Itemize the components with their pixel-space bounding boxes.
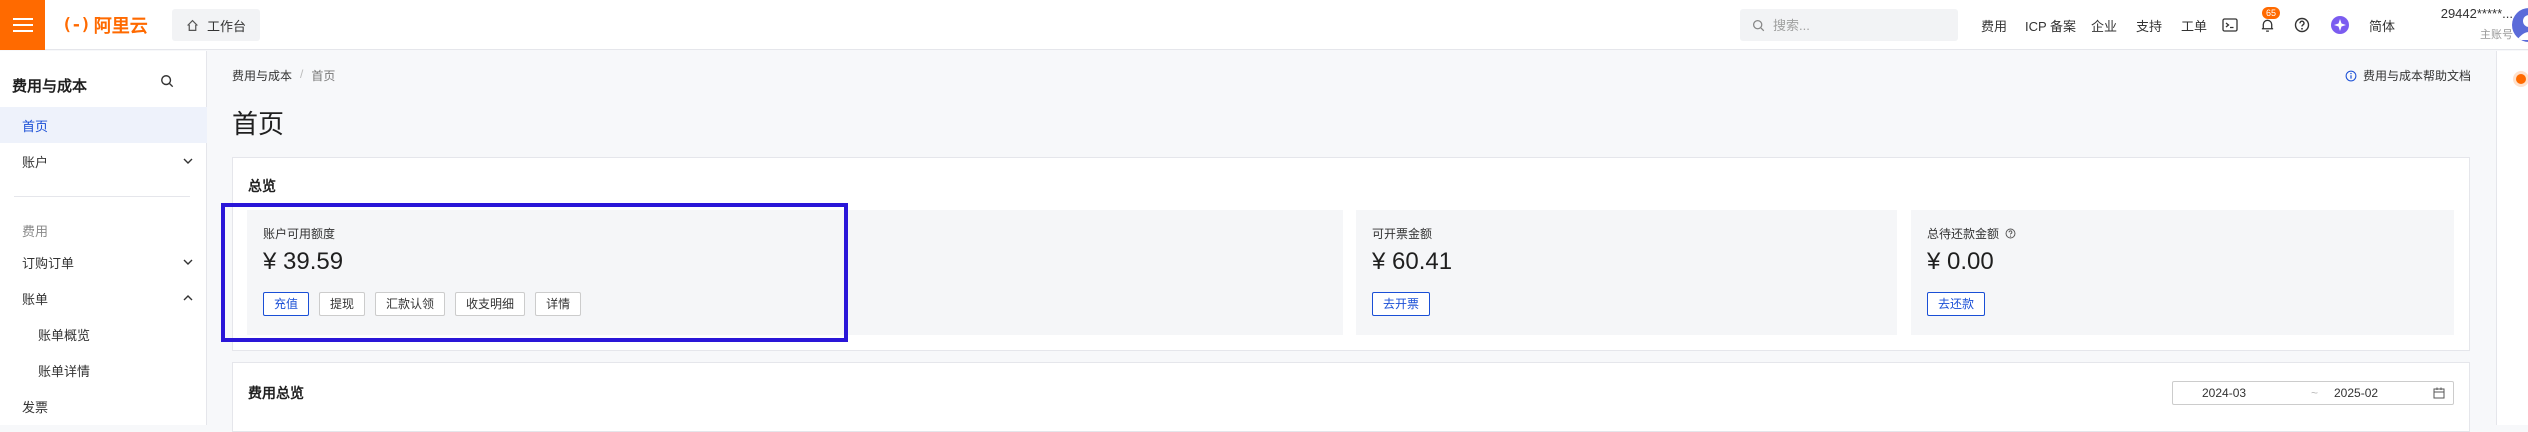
pending-repayment-amount: ¥ 0.00	[1927, 248, 1994, 275]
terminal-icon[interactable]	[2219, 14, 2241, 36]
sidebar-title: 费用与成本	[12, 78, 88, 95]
recharge-button[interactable]: 充值	[263, 292, 310, 316]
nav-ticket[interactable]: 工单	[2181, 16, 2207, 35]
account-menu[interactable]: 29442*****... 主账号	[2415, 6, 2513, 42]
nav-support[interactable]: 支持	[2136, 16, 2162, 35]
calendar-icon	[2433, 387, 2445, 399]
floating-assistant-icon[interactable]	[2516, 74, 2526, 84]
search-icon	[1752, 19, 1765, 31]
sidebar-item-account[interactable]: 账户	[0, 143, 207, 179]
nav-fee[interactable]: 费用	[1981, 16, 2007, 35]
sidebar: 费用与成本 首页 账户 费用 订购订单 账单 账单概览 账单详情 发票	[0, 51, 207, 425]
search-icon[interactable]	[160, 74, 180, 94]
breadcrumb-separator: /	[300, 67, 304, 81]
help-icon[interactable]	[2005, 228, 2016, 239]
invoiceable-amount: ¥ 60.41	[1372, 248, 1453, 275]
invoiceable-amount-label: 可开票金额	[1372, 227, 1433, 241]
notification-badge: 65	[2262, 7, 2280, 19]
page-title: 首页	[232, 109, 285, 139]
search-input[interactable]	[1773, 17, 1943, 33]
workbench-button[interactable]: 工作台	[172, 9, 261, 41]
help-circle-icon	[2345, 70, 2357, 81]
sidebar-item-bill-detail[interactable]: 账单详情	[0, 352, 207, 388]
date-range-picker[interactable]: 2024-03 ~ 2025-02	[2172, 381, 2454, 405]
sidebar-group-fee: 费用	[22, 224, 49, 239]
nav-enterprise[interactable]: 企业	[2091, 16, 2117, 35]
sidebar-item-label: 账单	[22, 291, 49, 307]
sidebar-item-home[interactable]: 首页	[0, 107, 207, 143]
sidebar-item-label: 账户	[22, 154, 49, 170]
sidebar-item-label: 订购订单	[22, 255, 75, 271]
sidebar-item-bill-overview[interactable]: 账单概览	[0, 316, 207, 352]
sidebar-item-orders[interactable]: 订购订单	[0, 244, 207, 280]
aliyun-logo[interactable]: (-) 阿里云	[62, 14, 148, 36]
right-rail	[2496, 51, 2528, 425]
pending-repayment-card: 总待还款金额 ¥ 0.00 去还款	[1911, 210, 2454, 335]
hamburger-icon	[12, 18, 33, 32]
help-doc-label: 费用与成本帮助文档	[2363, 69, 2472, 83]
ai-assistant-icon[interactable]	[2329, 14, 2351, 36]
sidebar-item-invoice[interactable]: 发票	[0, 388, 207, 424]
available-balance-amount: ¥ 39.59	[263, 248, 344, 275]
withdraw-button[interactable]: 提现	[319, 292, 366, 316]
range-separator: ~	[2311, 386, 2319, 400]
sidebar-item-label: 账单详情	[38, 363, 91, 379]
end-month: 2025-02	[2334, 386, 2379, 400]
repay-button[interactable]: 去还款	[1927, 292, 1986, 316]
language-switch[interactable]: 简体	[2369, 16, 2395, 35]
menu-button[interactable]	[0, 0, 45, 50]
sidebar-item-bill[interactable]: 账单	[0, 280, 207, 316]
chevron-down-icon	[183, 259, 193, 265]
sidebar-item-label: 发票	[22, 399, 49, 415]
account-role: 主账号	[2480, 29, 2513, 41]
sidebar-item-label: 首页	[22, 118, 49, 134]
nav-icp[interactable]: ICP 备案	[2025, 16, 2076, 35]
chevron-up-icon	[183, 295, 193, 301]
home-icon	[187, 19, 198, 31]
overview-title: 总览	[248, 178, 276, 194]
pending-repayment-label-row: 总待还款金额	[1927, 225, 2016, 242]
breadcrumb-root[interactable]: 费用与成本	[232, 67, 292, 84]
pending-repayment-label: 总待还款金额	[1927, 227, 2000, 241]
issue-invoice-button[interactable]: 去开票	[1372, 292, 1431, 316]
remittance-claim-button[interactable]: 汇款认领	[375, 292, 446, 316]
start-month: 2024-03	[2202, 386, 2247, 400]
chevron-down-icon	[183, 158, 193, 164]
available-balance-card: 账户可用额度 ¥ 39.59 充值 提现 汇款认领 收支明细 详情	[247, 210, 1343, 335]
breadcrumb-current: 首页	[311, 69, 336, 83]
help-doc-link[interactable]: 费用与成本帮助文档	[2345, 67, 2471, 84]
sidebar-divider	[14, 196, 190, 197]
account-name: 29442*****...	[2440, 6, 2513, 21]
available-balance-label: 账户可用额度	[263, 227, 336, 241]
details-button[interactable]: 详情	[535, 292, 582, 316]
cost-overview-title: 费用总览	[248, 385, 304, 401]
sidebar-item-label: 账单概览	[38, 327, 91, 343]
logo-mark: (-)	[62, 15, 91, 35]
search-box[interactable]	[1740, 9, 1958, 41]
transaction-details-button[interactable]: 收支明细	[455, 292, 526, 316]
logo-text: 阿里云	[93, 16, 148, 36]
help-icon[interactable]	[2291, 14, 2313, 36]
breadcrumb: 费用与成本 / 首页	[232, 67, 335, 84]
invoiceable-amount-card: 可开票金额 ¥ 60.41 去开票	[1356, 210, 1897, 335]
cost-overview-panel	[232, 362, 2470, 432]
workbench-label: 工作台	[207, 18, 247, 34]
